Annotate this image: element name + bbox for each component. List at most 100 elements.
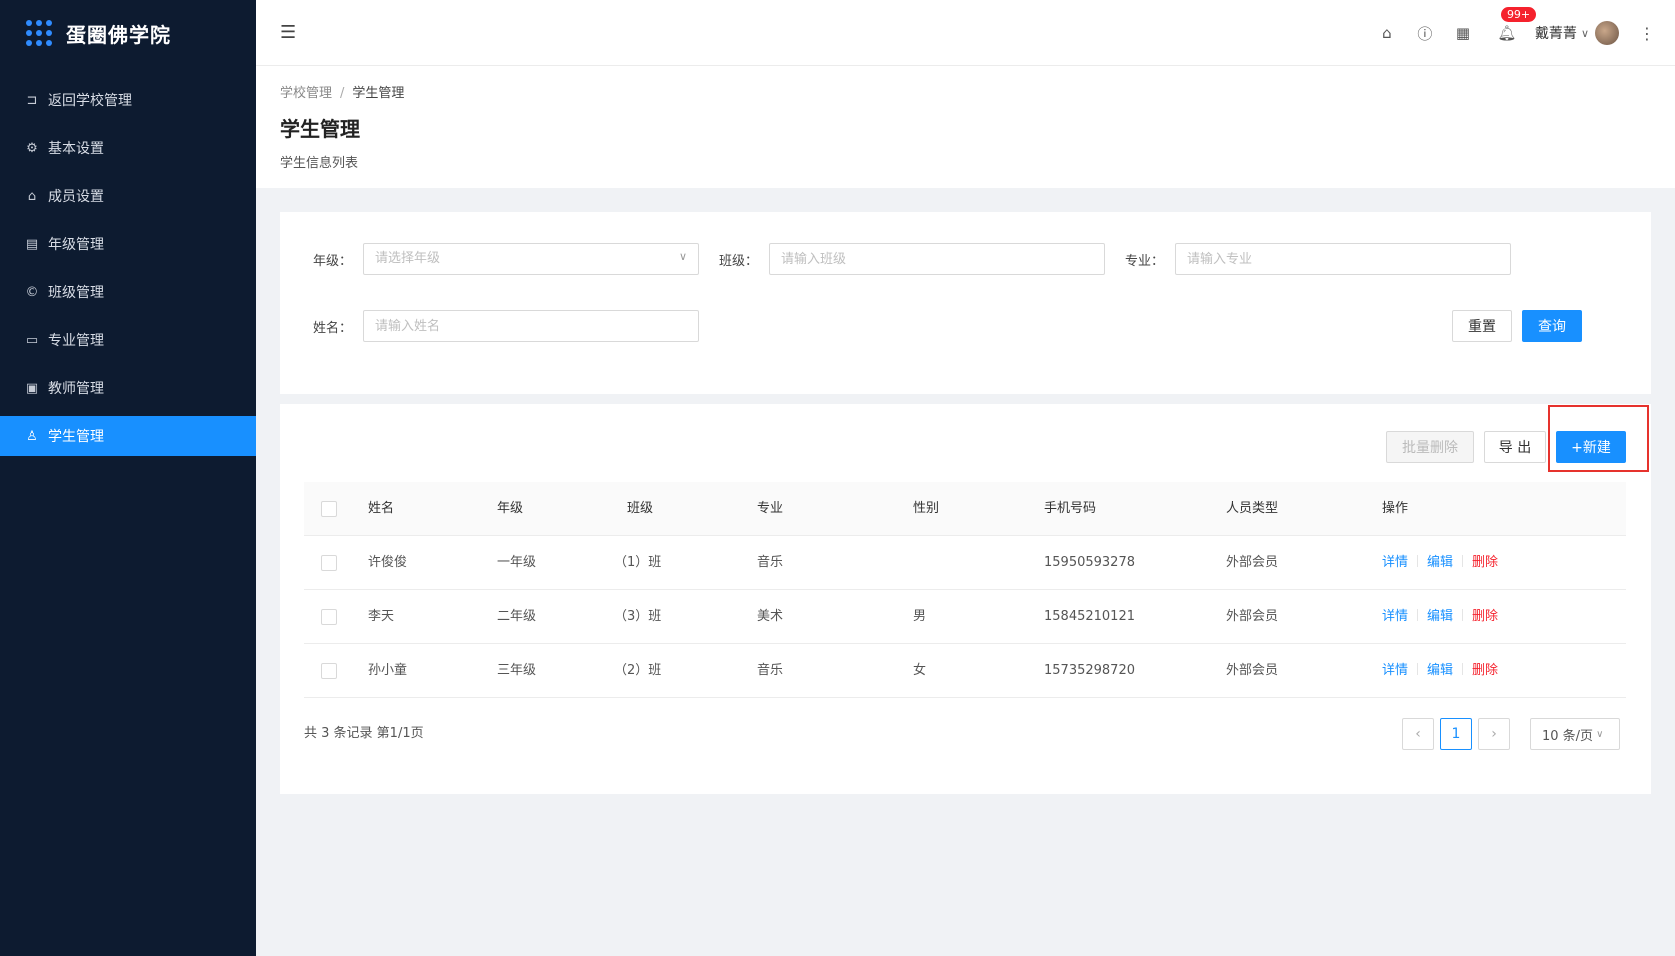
logo-grid-icon: [26, 20, 52, 46]
divider: [1417, 609, 1419, 621]
next-page-button[interactable]: ›: [1478, 718, 1510, 750]
detail-link[interactable]: 详情: [1382, 609, 1408, 624]
apps-grid-icon[interactable]: ▦: [1453, 23, 1473, 43]
cell-type: 外部会员: [1226, 609, 1279, 624]
cell-grade: 一年级: [497, 555, 537, 570]
sidebar-item-teacher-management[interactable]: ▣ 教师管理: [0, 368, 256, 408]
breadcrumb-separator: /: [340, 86, 345, 101]
class-label: 班级：: [719, 254, 759, 269]
column-header: 姓名: [368, 501, 395, 516]
grade-select[interactable]: 请选择年级 ∨: [363, 243, 699, 275]
table-row: 李天 二年级 （3）班 美术 男 15845210121 外部会员 详情 编辑 删除: [304, 590, 1626, 644]
app-title: 蛋圈佛学院: [66, 22, 171, 47]
copyright-icon: ©: [25, 284, 39, 300]
edit-link[interactable]: 编辑: [1427, 609, 1453, 624]
cell-class: （2）班: [614, 663, 662, 678]
table-header: 姓名 年级 班级 专业 性别 手机号码 人员类型 操作: [304, 482, 1626, 536]
sidebar-item-major-management[interactable]: ▭ 专业管理: [0, 320, 256, 360]
batch-delete-button[interactable]: 批量删除: [1386, 431, 1474, 463]
column-header: 专业: [757, 501, 784, 516]
filter-card: 年级： 请选择年级 ∨ 班级： 专业： 姓名： 重置 查询: [280, 212, 1651, 394]
chevron-down-icon[interactable]: ∨: [1581, 27, 1589, 40]
row-checkbox[interactable]: [321, 555, 337, 571]
help-icon[interactable]: ⓘ: [1415, 23, 1435, 43]
building-icon: ▤: [25, 236, 39, 252]
user-icon: ♙: [26, 428, 38, 444]
table-card: 批量删除 导 出 +新建 姓名 年级 班级 专业 性别 手机号码 人员类型 操作…: [280, 404, 1651, 794]
detail-link[interactable]: 详情: [1382, 663, 1408, 678]
cell-phone: 15845210121: [1044, 609, 1135, 624]
page-title: 学生管理: [280, 117, 360, 141]
chevron-down-icon: ∨: [678, 250, 687, 263]
detail-link[interactable]: 详情: [1382, 555, 1408, 570]
cell-type: 外部会员: [1226, 555, 1279, 570]
home-icon: ⌂: [27, 188, 37, 204]
username[interactable]: 戴菁菁: [1535, 23, 1577, 43]
delete-link[interactable]: 删除: [1472, 555, 1498, 570]
major-input[interactable]: [1175, 243, 1511, 275]
row-checkbox[interactable]: [321, 663, 337, 679]
sidebar-item-student-management[interactable]: ♙ 学生管理: [0, 416, 256, 456]
cell-name: 李天: [368, 609, 395, 624]
name-label: 姓名：: [313, 321, 353, 336]
edit-link[interactable]: 编辑: [1427, 555, 1453, 570]
sidebar-item-class-management[interactable]: © 班级管理: [0, 272, 256, 312]
sidebar-item-member-settings[interactable]: ⌂ 成员设置: [0, 176, 256, 216]
major-label: 专业：: [1125, 254, 1165, 269]
top-header: ☰ ⌂ ⓘ ▦ 🔔︎ 99+ 戴菁菁 ∨ ⋮: [256, 0, 1675, 66]
app-logo[interactable]: 蛋圈佛学院: [0, 0, 256, 66]
sidebar-item-label: 成员设置: [48, 189, 104, 205]
edit-link[interactable]: 编辑: [1427, 663, 1453, 678]
more-vertical-icon[interactable]: ⋮: [1639, 24, 1655, 43]
table-row: 许俊俊 一年级 （1）班 音乐 15950593278 外部会员 详情 编辑 删除: [304, 536, 1626, 590]
row-actions: 详情 编辑 删除: [1382, 590, 1498, 644]
cell-type: 外部会员: [1226, 663, 1279, 678]
sidebar-item-basic-settings[interactable]: ⚙ 基本设置: [0, 128, 256, 168]
avatar[interactable]: [1595, 21, 1619, 45]
name-input[interactable]: [363, 310, 699, 342]
sidebar-item-grade-management[interactable]: ▤ 年级管理: [0, 224, 256, 264]
divider: [1417, 555, 1419, 567]
row-actions: 详情 编辑 删除: [1382, 536, 1498, 590]
breadcrumb: 学校管理 / 学生管理: [280, 82, 1675, 101]
class-input[interactable]: [769, 243, 1105, 275]
menu-fold-icon[interactable]: ☰: [280, 22, 300, 43]
cell-gender: 男: [913, 609, 927, 624]
column-header: 操作: [1382, 501, 1409, 516]
sidebar-item-label: 返回学校管理: [48, 93, 132, 109]
page-header: 学校管理 / 学生管理 学生管理 学生信息列表: [256, 66, 1675, 188]
cell-major: 音乐: [757, 555, 784, 570]
cell-name: 许俊俊: [368, 555, 408, 570]
breadcrumb-parent[interactable]: 学校管理: [280, 86, 332, 101]
divider: [1462, 609, 1464, 621]
cell-phone: 15950593278: [1044, 555, 1135, 570]
row-actions: 详情 编辑 删除: [1382, 644, 1498, 698]
column-header: 手机号码: [1044, 501, 1097, 516]
chevron-down-icon: ∨: [1596, 728, 1604, 740]
prev-page-button[interactable]: ‹: [1402, 718, 1434, 750]
sidebar-item-return-school[interactable]: ⊐ 返回学校管理: [0, 80, 256, 120]
cell-class: （3）班: [614, 609, 662, 624]
bell-icon[interactable]: 🔔︎ 99+: [1497, 7, 1537, 43]
sidebar-item-label: 专业管理: [48, 333, 104, 349]
sidebar-item-label: 班级管理: [48, 285, 104, 301]
laptop-icon: ▭: [25, 332, 39, 348]
delete-link[interactable]: 删除: [1472, 663, 1498, 678]
notification-badge: 99+: [1500, 7, 1537, 22]
page-number-button[interactable]: 1: [1440, 718, 1472, 750]
new-button-highlight: [1548, 405, 1649, 472]
query-button[interactable]: 查询: [1522, 310, 1582, 342]
row-checkbox[interactable]: [321, 609, 337, 625]
sidebar-item-label: 年级管理: [48, 237, 104, 253]
reset-button[interactable]: 重置: [1452, 310, 1512, 342]
divider: [1462, 663, 1464, 675]
page-size-select[interactable]: 10 条/页 ∨: [1530, 718, 1620, 750]
export-button[interactable]: 导 出: [1484, 431, 1546, 463]
cell-grade: 三年级: [497, 663, 537, 678]
select-all-checkbox[interactable]: [321, 501, 337, 517]
pagination-summary: 共 3 条记录 第1/1页: [304, 726, 424, 741]
cell-grade: 二年级: [497, 609, 537, 624]
delete-link[interactable]: 删除: [1472, 609, 1498, 624]
home-icon[interactable]: ⌂: [1377, 23, 1397, 43]
grade-label: 年级：: [313, 254, 353, 269]
